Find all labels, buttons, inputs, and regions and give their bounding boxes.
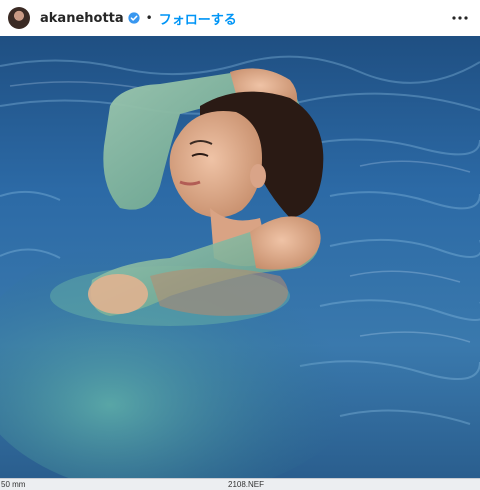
focal-length-label: 50 mm <box>1 480 26 489</box>
follow-button[interactable]: フォローする <box>159 9 237 28</box>
separator-dot: • <box>145 11 153 25</box>
more-options-icon <box>452 16 468 20</box>
profile-avatar[interactable] <box>8 7 30 29</box>
verified-badge-icon <box>128 12 140 24</box>
shoulders-underwater <box>150 268 288 316</box>
more-options-button[interactable] <box>450 8 470 28</box>
post-header: akanehotta • フォローする <box>0 0 480 36</box>
post-photo[interactable] <box>0 36 480 478</box>
image-viewer-bar: 50 mm 2108.NEF <box>0 478 480 490</box>
shoulder <box>88 274 148 314</box>
pool-photo-illustration <box>0 36 480 478</box>
username-link[interactable]: akanehotta <box>40 11 124 26</box>
file-name-label: 2108.NEF <box>228 480 265 489</box>
ear <box>250 164 266 188</box>
